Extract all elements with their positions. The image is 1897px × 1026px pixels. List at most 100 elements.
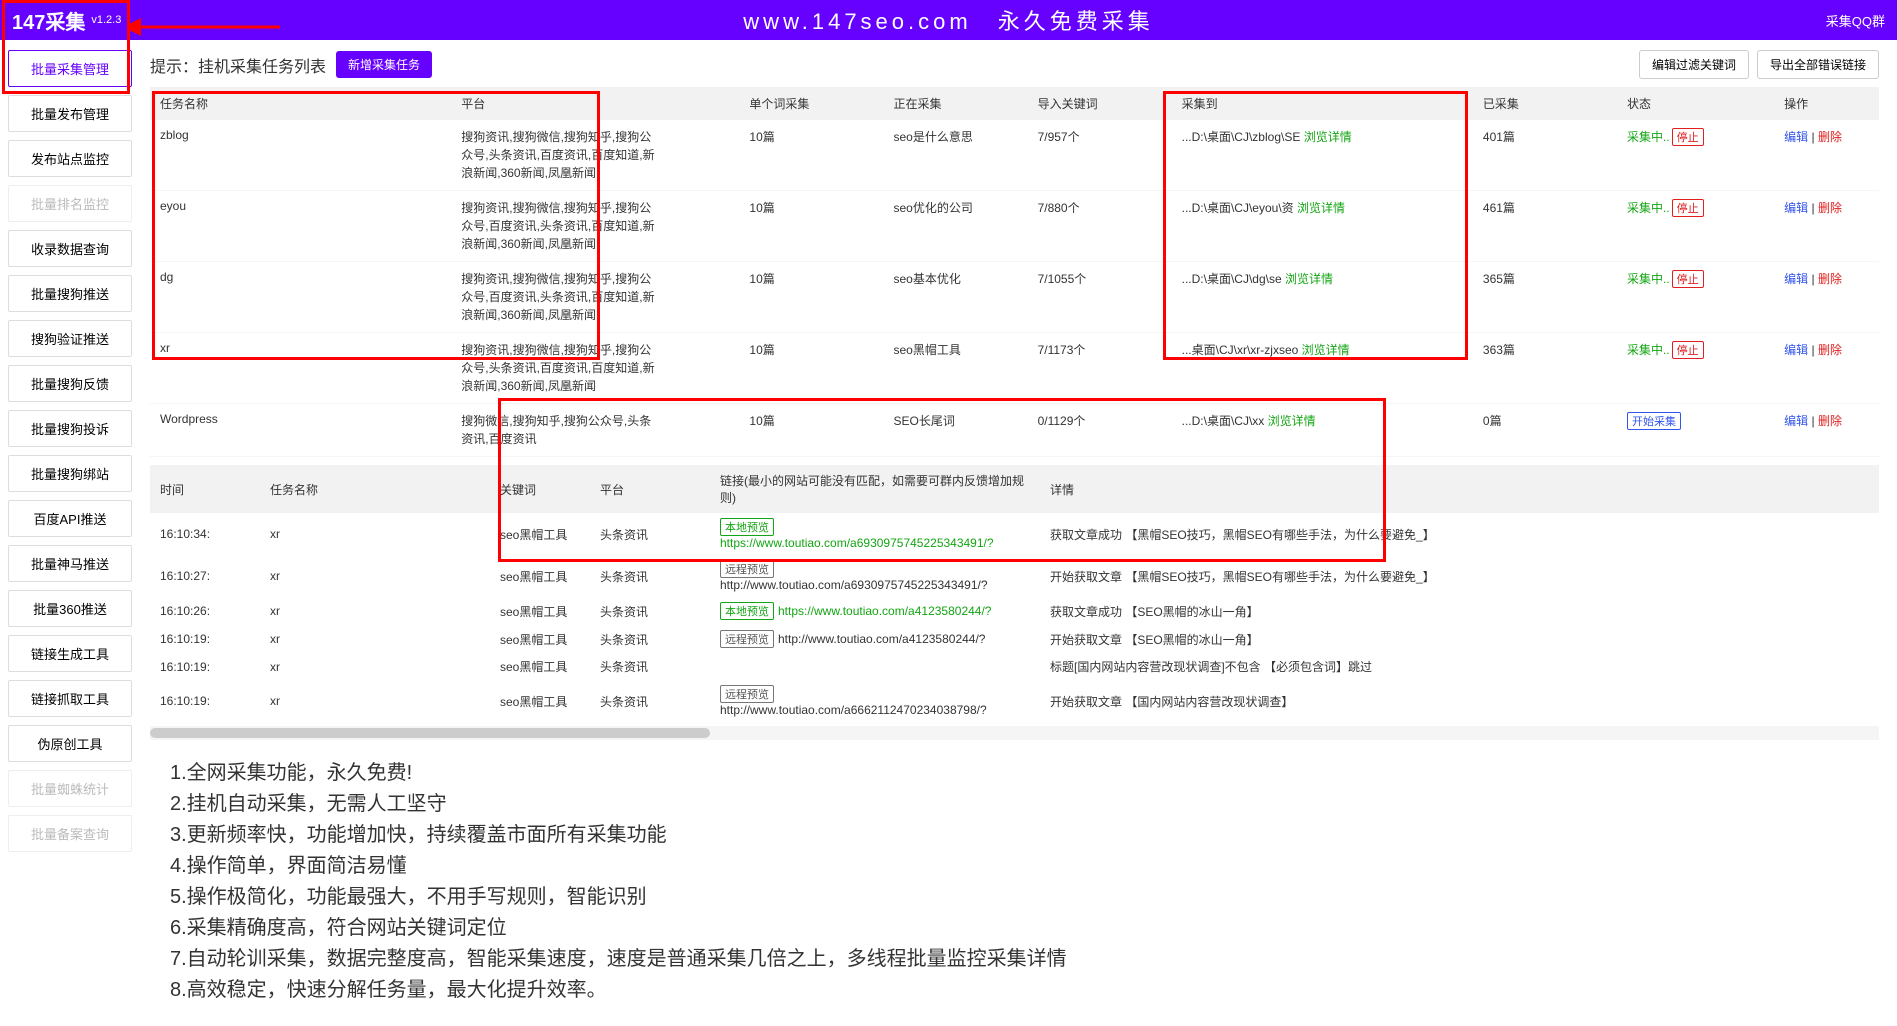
remote-preview-badge[interactable]: 远程预览 [720,560,774,578]
feature-line: 1.全网采集功能，永久免费! [170,758,1879,789]
sidebar: 批量采集管理批量发布管理发布站点监控批量排名监控收录数据查询批量搜狗推送搜狗验证… [0,40,140,1026]
sidebar-item-12[interactable]: 批量360推送 [8,590,132,627]
sidebar-item-9[interactable]: 批量搜狗绑站 [8,455,132,492]
topbar: 147采集 v1.2.3 www.147seo.com 永久免费采集 采集QQ群 [0,0,1897,40]
sidebar-item-7[interactable]: 批量搜狗反馈 [8,365,132,402]
task-import: 7/1173个 [1028,333,1172,404]
log-header: 任务名称 [260,465,490,513]
edit-link[interactable]: 编辑 [1784,343,1808,357]
log-name: xr [260,513,490,555]
log-row: 16:10:19:xrseo黑帽工具头条资讯远程预览http://www.tou… [150,625,1879,653]
task-single: 10篇 [739,120,883,191]
sidebar-item-4[interactable]: 收录数据查询 [8,230,132,267]
task-dest: ...D:\桌面\CJ\eyou\资 浏览详情 [1172,191,1473,262]
log-detail: 开始获取文章 【国内网站内容营改现状调查】 [1040,680,1879,722]
task-collecting: seo基本优化 [883,262,1027,333]
sidebar-item-13[interactable]: 链接生成工具 [8,635,132,672]
log-url[interactable]: http://www.toutiao.com/a6662112470234038… [720,703,987,717]
feature-line: 3.更新频率快，功能增加快，持续覆盖市面所有采集功能 [170,820,1879,851]
task-single: 10篇 [739,404,883,457]
task-ops: 编辑 | 删除 [1774,262,1879,333]
page-title: 提示：挂机采集任务列表 [150,53,326,77]
task-header: 平台 [451,87,739,120]
task-name: zblog [150,120,451,191]
task-dest: ...D:\桌面\CJ\dg\se 浏览详情 [1172,262,1473,333]
task-platform: 搜狗资讯,搜狗微信,搜狗知乎,搜狗公众号,头条资讯,百度资讯,百度知道,新浪新闻… [451,120,739,191]
sidebar-item-1[interactable]: 批量发布管理 [8,95,132,132]
sidebar-item-11[interactable]: 批量神马推送 [8,545,132,582]
task-platform: 搜狗资讯,搜狗微信,搜狗知乎,搜狗公众号,百度资讯,头条资讯,百度知道,新浪新闻… [451,191,739,262]
delete-link[interactable]: 删除 [1818,130,1842,144]
local-preview-badge[interactable]: 本地预览 [720,518,774,536]
remote-preview-badge[interactable]: 远程预览 [720,685,774,703]
log-keyword: seo黑帽工具 [490,513,590,555]
horizontal-scrollbar[interactable] [150,726,1879,740]
sidebar-item-6[interactable]: 搜狗验证推送 [8,320,132,357]
log-header: 详情 [1040,465,1879,513]
task-ops: 编辑 | 删除 [1774,191,1879,262]
edit-filter-keywords-button[interactable]: 编辑过滤关键词 [1639,50,1749,79]
log-header: 关键词 [490,465,590,513]
log-platform: 头条资讯 [590,597,710,625]
start-button[interactable]: 开始采集 [1627,412,1681,430]
log-link [710,653,1040,680]
log-name: xr [260,555,490,597]
delete-link[interactable]: 删除 [1818,343,1842,357]
stop-button[interactable]: 停止 [1672,199,1704,217]
sidebar-item-0[interactable]: 批量采集管理 [8,50,132,87]
log-detail: 获取文章成功 【SEO黑帽的冰山一角】 [1040,597,1879,625]
log-name: xr [260,680,490,722]
log-time: 16:10:27: [150,555,260,597]
log-time: 16:10:26: [150,597,260,625]
log-header: 链接(最小的网站可能没有匹配，如需要可群内反馈增加规则) [710,465,1040,513]
sidebar-item-5[interactable]: 批量搜狗推送 [8,275,132,312]
stop-button[interactable]: 停止 [1672,128,1704,146]
task-single: 10篇 [739,333,883,404]
task-platform: 搜狗微信,搜狗知乎,搜狗公众号,头条资讯,百度资讯 [451,404,739,457]
log-link: 本地预览 https://www.toutiao.com/a4123580244/… [710,597,1040,625]
export-error-links-button[interactable]: 导出全部错误链接 [1757,50,1879,79]
view-detail-link[interactable]: 浏览详情 [1268,414,1316,428]
delete-link[interactable]: 删除 [1818,414,1842,428]
log-row: 16:10:34:xrseo黑帽工具头条资讯本地预览https://www.to… [150,513,1879,555]
sidebar-item-17: 批量备案查询 [8,815,132,852]
view-detail-link[interactable]: 浏览详情 [1304,130,1352,144]
remote-preview-badge[interactable]: 远程预览 [720,630,774,648]
view-detail-link[interactable]: 浏览详情 [1302,343,1350,357]
log-platform: 头条资讯 [590,625,710,653]
log-row: 16:10:19:xrseo黑帽工具头条资讯远程预览http://www.tou… [150,680,1879,722]
task-header: 导入关键词 [1028,87,1172,120]
qq-group-link[interactable]: 采集QQ群 [1826,11,1885,30]
table-row: xr搜狗资讯,搜狗微信,搜狗知乎,搜狗公众号,头条资讯,百度资讯,百度知道,新浪… [150,333,1879,404]
feature-line: 2.挂机自动采集，无需人工坚守 [170,789,1879,820]
log-time: 16:10:34: [150,513,260,555]
edit-link[interactable]: 编辑 [1784,272,1808,286]
sidebar-item-15[interactable]: 伪原创工具 [8,725,132,762]
delete-link[interactable]: 删除 [1818,201,1842,215]
sidebar-item-16: 批量蜘蛛统计 [8,770,132,807]
stop-button[interactable]: 停止 [1672,270,1704,288]
sidebar-item-14[interactable]: 链接抓取工具 [8,680,132,717]
edit-link[interactable]: 编辑 [1784,414,1808,428]
delete-link[interactable]: 删除 [1818,272,1842,286]
task-dest: ...D:\桌面\CJ\zblog\SE 浏览详情 [1172,120,1473,191]
log-url[interactable]: https://www.toutiao.com/a4123580244/? [778,604,991,618]
view-detail-link[interactable]: 浏览详情 [1297,201,1345,215]
sidebar-item-2[interactable]: 发布站点监控 [8,140,132,177]
task-ops: 编辑 | 删除 [1774,120,1879,191]
stop-button[interactable]: 停止 [1672,341,1704,359]
sidebar-item-10[interactable]: 百度API推送 [8,500,132,537]
local-preview-badge[interactable]: 本地预览 [720,602,774,620]
sidebar-item-8[interactable]: 批量搜狗投诉 [8,410,132,447]
new-task-button[interactable]: 新增采集任务 [336,51,432,78]
log-detail: 开始获取文章 【黑帽SEO技巧，黑帽SEO有哪些手法，为什么要避免_】 [1040,555,1879,597]
log-keyword: seo黑帽工具 [490,653,590,680]
log-url[interactable]: https://www.toutiao.com/a693097574522534… [720,536,994,550]
log-url[interactable]: http://www.toutiao.com/a6930975745225343… [720,578,988,592]
view-detail-link[interactable]: 浏览详情 [1285,272,1333,286]
edit-link[interactable]: 编辑 [1784,201,1808,215]
log-url[interactable]: http://www.toutiao.com/a4123580244/? [778,632,985,646]
version: v1.2.3 [91,14,121,26]
task-dest: ...D:\桌面\CJ\xx 浏览详情 [1172,404,1473,457]
edit-link[interactable]: 编辑 [1784,130,1808,144]
